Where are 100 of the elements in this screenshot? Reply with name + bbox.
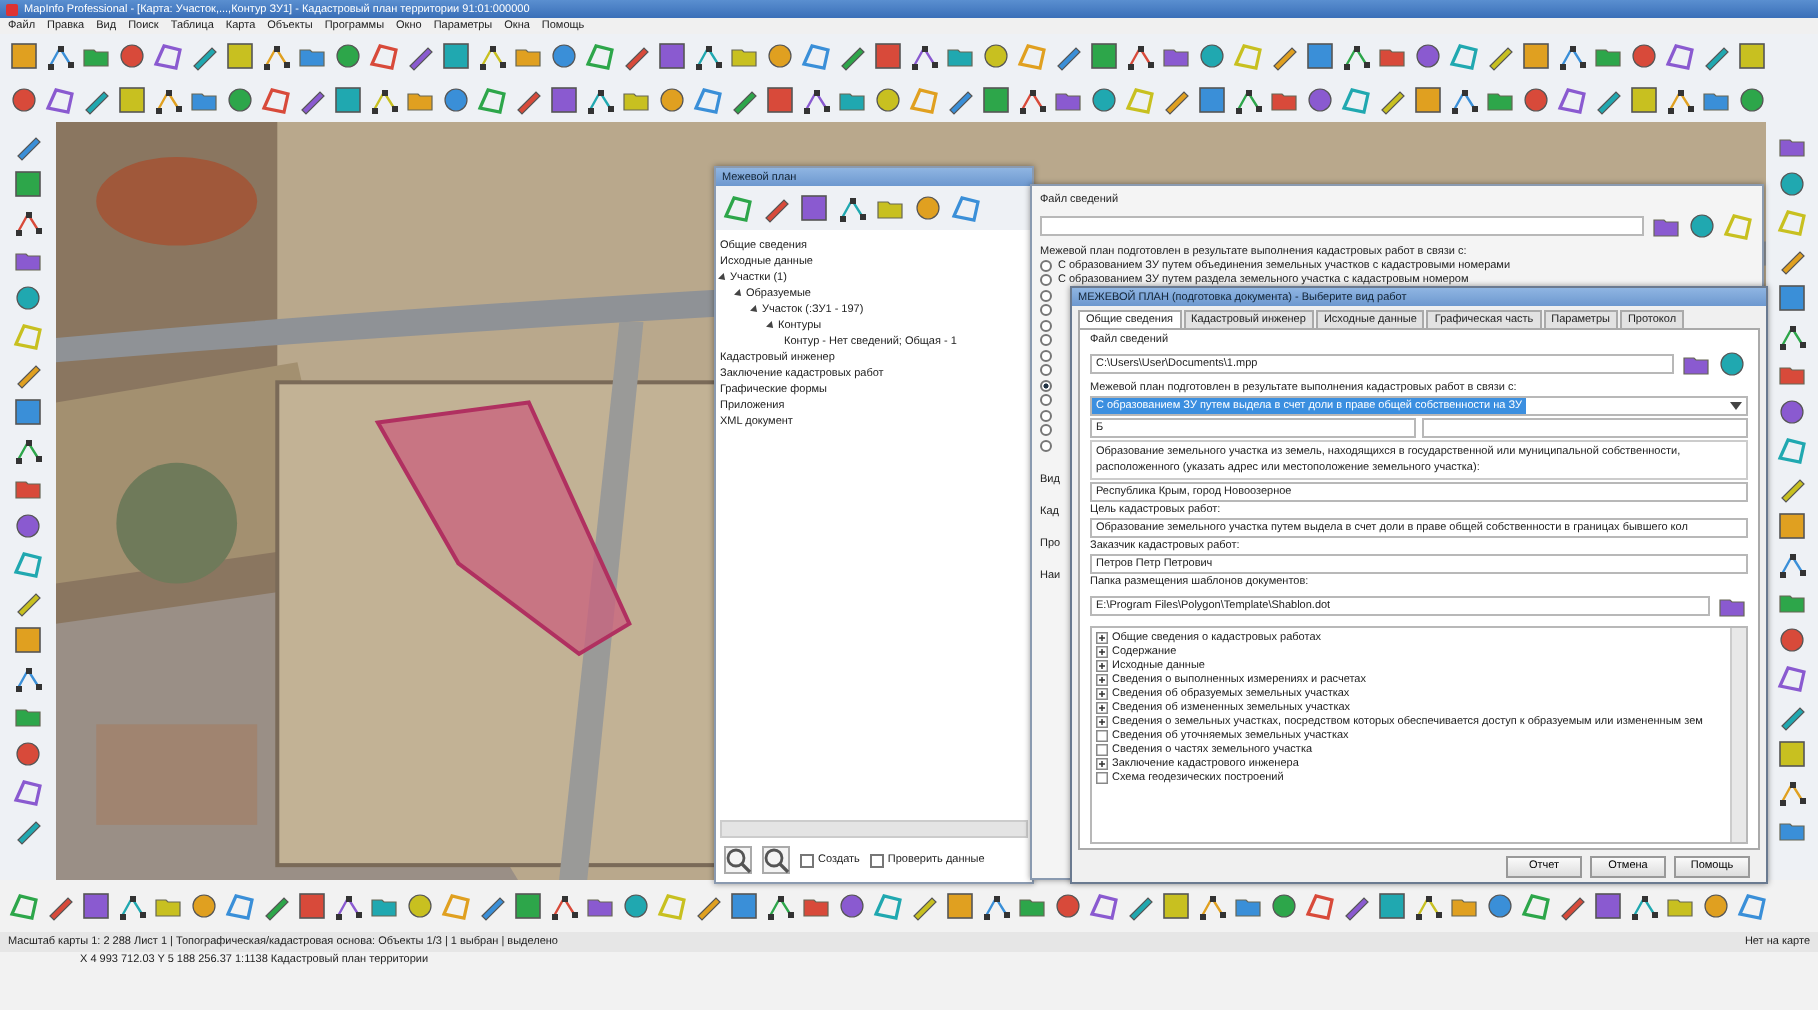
expand-arrow-icon[interactable] [750, 305, 760, 315]
polygon-icon[interactable] [692, 84, 724, 116]
square-icon[interactable] [1304, 40, 1336, 72]
radio-button[interactable] [1040, 289, 1052, 302]
circle-icon[interactable] [116, 40, 148, 72]
radio-button[interactable] [1040, 439, 1052, 452]
square-icon[interactable] [1736, 40, 1768, 72]
square-icon[interactable] [332, 84, 364, 116]
node-icon[interactable] [1664, 84, 1696, 116]
expand-arrow-icon[interactable] [766, 321, 776, 331]
radio-button[interactable] [1040, 364, 1052, 377]
node-icon[interactable] [1776, 776, 1808, 808]
circle-icon[interactable] [1686, 210, 1718, 242]
square-icon[interactable] [1776, 282, 1808, 314]
circle-icon[interactable] [12, 738, 44, 770]
square-icon[interactable] [1412, 84, 1444, 116]
polygon-icon[interactable] [368, 40, 400, 72]
circle-icon[interactable] [1484, 890, 1516, 922]
node-icon[interactable] [1556, 40, 1588, 72]
square-icon[interactable] [12, 624, 44, 656]
square-icon[interactable] [798, 192, 830, 224]
circle-icon[interactable] [1736, 84, 1768, 116]
node-icon[interactable] [116, 890, 148, 922]
circle-icon[interactable] [620, 890, 652, 922]
circle-icon[interactable] [404, 890, 436, 922]
polygon-icon[interactable] [722, 192, 754, 224]
zoom-button[interactable] [762, 846, 790, 874]
node-icon[interactable] [1776, 548, 1808, 580]
radio-button[interactable] [1040, 319, 1052, 332]
square-icon[interactable] [80, 890, 112, 922]
polygon-icon[interactable] [1520, 890, 1552, 922]
circle-icon[interactable] [1268, 890, 1300, 922]
square-icon[interactable] [1376, 890, 1408, 922]
node-icon[interactable] [332, 890, 364, 922]
polygon-icon[interactable] [44, 84, 76, 116]
node-icon[interactable] [1776, 320, 1808, 352]
circle-icon[interactable] [1628, 40, 1660, 72]
radio-button[interactable] [1040, 259, 1052, 272]
circle-icon[interactable] [912, 192, 944, 224]
circle-icon[interactable] [656, 84, 688, 116]
radio-button[interactable] [1040, 394, 1052, 407]
node-icon[interactable] [1628, 890, 1660, 922]
circle-icon[interactable] [548, 40, 580, 72]
circle-icon[interactable] [1088, 84, 1120, 116]
node-icon[interactable] [692, 40, 724, 72]
expand-arrow-icon[interactable] [718, 273, 728, 283]
circle-icon[interactable] [1196, 40, 1228, 72]
node-icon[interactable] [12, 662, 44, 694]
square-icon[interactable] [12, 168, 44, 200]
circle-icon[interactable] [8, 84, 40, 116]
circle-icon[interactable] [1716, 348, 1748, 380]
circle-icon[interactable] [224, 84, 256, 116]
polygon-icon[interactable] [12, 776, 44, 808]
polygon-icon[interactable] [260, 84, 292, 116]
square-icon[interactable] [440, 40, 472, 72]
square-icon[interactable] [728, 890, 760, 922]
radio-button[interactable] [1040, 409, 1052, 422]
polygon-icon[interactable] [1304, 890, 1336, 922]
circle-icon[interactable] [1776, 624, 1808, 656]
polygon-icon[interactable] [1556, 84, 1588, 116]
polygon-icon[interactable] [1664, 40, 1696, 72]
circle-icon[interactable] [1776, 168, 1808, 200]
plus-box-icon[interactable] [1096, 715, 1108, 727]
polygon-icon[interactable] [8, 890, 40, 922]
node-icon[interactable] [764, 890, 796, 922]
node-icon[interactable] [1412, 890, 1444, 922]
checkbox-icon[interactable] [1096, 743, 1108, 755]
plus-box-icon[interactable] [1096, 645, 1108, 657]
circle-icon[interactable] [980, 40, 1012, 72]
checkbox[interactable] [800, 853, 814, 867]
node-icon[interactable] [836, 192, 868, 224]
circle-icon[interactable] [1412, 40, 1444, 72]
plus-box-icon[interactable] [1096, 701, 1108, 713]
circle-icon[interactable] [332, 40, 364, 72]
polygon-icon[interactable] [800, 40, 832, 72]
node-icon[interactable] [44, 40, 76, 72]
circle-icon[interactable] [440, 84, 472, 116]
polygon-icon[interactable] [584, 40, 616, 72]
zoom-button[interactable] [724, 846, 752, 874]
square-icon[interactable] [656, 40, 688, 72]
node-icon[interactable] [1196, 890, 1228, 922]
node-icon[interactable] [980, 890, 1012, 922]
circle-icon[interactable] [1520, 84, 1552, 116]
square-icon[interactable] [764, 84, 796, 116]
node-icon[interactable] [1448, 84, 1480, 116]
node-icon[interactable] [548, 890, 580, 922]
node-icon[interactable] [800, 84, 832, 116]
polygon-icon[interactable] [1776, 662, 1808, 694]
radio-button[interactable] [1040, 424, 1052, 437]
plus-box-icon[interactable] [1096, 659, 1108, 671]
file-field[interactable] [1040, 216, 1644, 236]
node-icon[interactable] [1124, 40, 1156, 72]
square-icon[interactable] [1520, 40, 1552, 72]
circle-icon[interactable] [12, 282, 44, 314]
scrollbar[interactable] [1730, 628, 1746, 842]
square-icon[interactable] [980, 84, 1012, 116]
square-icon[interactable] [548, 84, 580, 116]
node-icon[interactable] [1340, 40, 1372, 72]
square-icon[interactable] [944, 890, 976, 922]
node-icon[interactable] [1232, 84, 1264, 116]
